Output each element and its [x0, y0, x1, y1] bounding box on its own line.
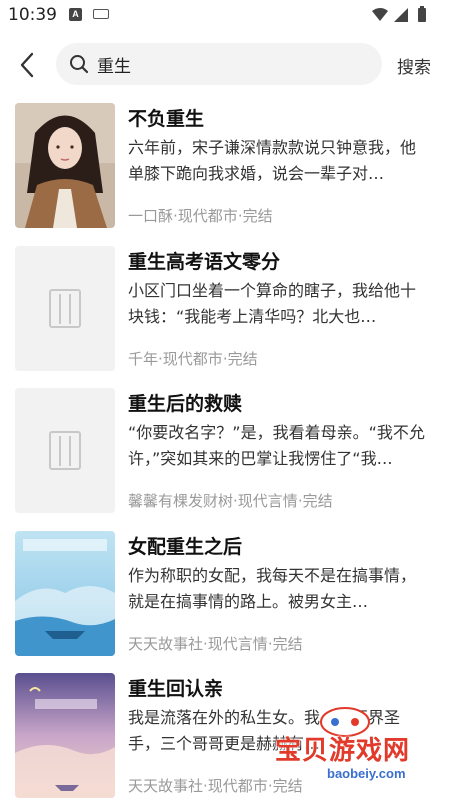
- book-author: 一口酥: [128, 207, 174, 225]
- search-box[interactable]: [56, 43, 382, 85]
- book-category: 现代言情: [207, 635, 268, 653]
- book-item[interactable]: 女配重生之后 作为称职的女配，我每天不是在搞事情，就是在搞事情的路上。被男女主……: [0, 528, 450, 658]
- book-title: 不负重生: [128, 108, 205, 130]
- battery-icon: [418, 6, 426, 22]
- book-author: 馨馨有棵发财树: [128, 492, 234, 510]
- book-category: 现代都市: [207, 777, 268, 795]
- wifi-icon: [372, 8, 388, 21]
- book-status: 完结: [302, 492, 333, 510]
- book-cover: [15, 531, 115, 656]
- book-meta: 天天故事社·现代言情·完结: [128, 635, 303, 653]
- search-button[interactable]: 搜索: [397, 53, 431, 78]
- book-author: 天天故事社: [128, 777, 204, 795]
- placeholder-book-icon: [15, 388, 115, 513]
- watermark-url: baobeiy.com: [327, 766, 406, 781]
- search-icon: [69, 54, 89, 74]
- watermark: 宝贝游戏网 baobeiy.com: [275, 700, 450, 800]
- book-status: 完结: [242, 207, 273, 225]
- notification-a-icon: A: [69, 8, 82, 21]
- book-item[interactable]: 重生后的救赎 “你要改名字？”是，我看着母亲。“我不允许，”突如其来的巴掌让我愣…: [0, 385, 450, 515]
- book-description: “你要改名字？”是，我看着母亲。“我不允许，”突如其来的巴掌让我愣住了“我…: [128, 423, 425, 468]
- book-description: 六年前，宋子谦深情款款说只钟意我，他单膝下跪向我求婚，说会一辈子对…: [128, 138, 417, 183]
- book-title: 女配重生之后: [128, 536, 243, 558]
- book-cover-placeholder: [15, 246, 115, 371]
- book-author: 千年: [128, 350, 159, 368]
- status-time: 10:39: [8, 5, 57, 25]
- book-description: 作为称职的女配，我每天不是在搞事情，就是在搞事情的路上。被男女主…: [128, 566, 417, 611]
- book-category: 现代都市: [162, 350, 223, 368]
- watermark-text: 宝贝游戏网: [275, 736, 411, 766]
- book-category: 现代都市: [177, 207, 238, 225]
- book-cover-placeholder: [15, 388, 115, 513]
- book-meta: 千年·现代都市·完结: [128, 350, 258, 368]
- book-status: 完结: [272, 635, 303, 653]
- book-title: 重生高考语文零分: [128, 251, 281, 273]
- book-cover: [15, 673, 115, 798]
- book-category: 现代言情: [237, 492, 298, 510]
- book-title: 重生后的救赎: [128, 393, 243, 415]
- status-icons: [370, 6, 440, 24]
- back-button[interactable]: [14, 49, 42, 81]
- status-bar: 10:39 A: [0, 0, 450, 30]
- book-cover: [15, 103, 115, 228]
- chevron-left-icon: [20, 52, 34, 78]
- book-meta: 馨馨有棵发财树·现代言情·完结: [128, 492, 333, 510]
- placeholder-book-icon: [15, 246, 115, 371]
- signal-icon: [394, 8, 408, 22]
- book-title: 重生回认亲: [128, 678, 224, 700]
- book-description: 小区门口坐着一个算命的瞎子，我给他十块钱：“我能考上清华吗？北大也…: [128, 281, 417, 326]
- book-item[interactable]: 不负重生 六年前，宋子谦深情款款说只钟意我，他单膝下跪向我求婚，说会一辈子对… …: [0, 100, 450, 230]
- book-author: 天天故事社: [128, 635, 204, 653]
- search-input[interactable]: [97, 51, 367, 77]
- book-meta: 一口酥·现代都市·完结: [128, 207, 273, 225]
- keyboard-icon: [93, 9, 109, 19]
- book-status: 完结: [227, 350, 258, 368]
- book-item[interactable]: 重生高考语文零分 小区门口坐着一个算命的瞎子，我给他十块钱：“我能考上清华吗？北…: [0, 243, 450, 373]
